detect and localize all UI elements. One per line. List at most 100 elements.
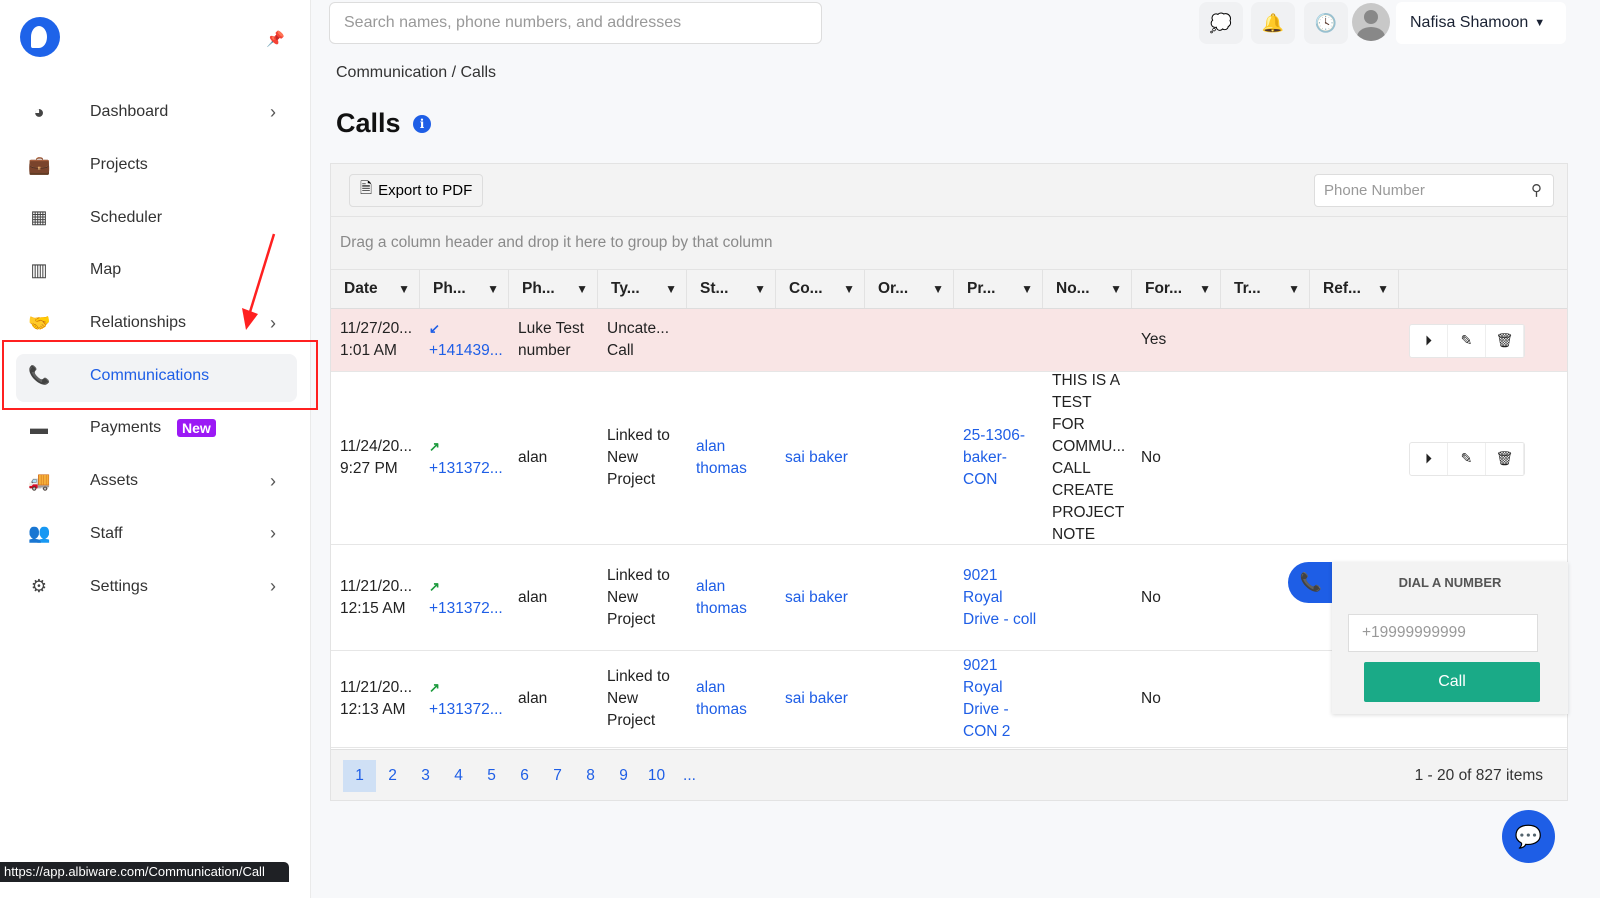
page-button[interactable]: 1 [343,759,376,792]
cell-org [865,651,954,747]
cell-project[interactable] [954,309,1043,371]
column-header[interactable]: Date ▼ [331,270,420,308]
filter-icon[interactable]: ▼ [754,282,766,296]
filter-icon[interactable]: ▼ [1110,282,1122,296]
cell-staff[interactable]: alan thomas [687,545,776,650]
page-button[interactable]: 2 [376,760,409,792]
column-header[interactable]: Ref... ▼ [1310,270,1399,308]
filter-icon[interactable]: ▼ [1377,282,1389,296]
cell-forwarded: No [1141,690,1161,707]
user-menu[interactable]: Nafisa Shamoon ▼ [1396,2,1566,44]
cell-contact[interactable]: sai baker [776,372,865,544]
column-header[interactable]: Or... ▼ [865,270,954,308]
page-button[interactable]: 5 [475,760,508,792]
clock-icon[interactable]: 🕓 [1304,2,1348,44]
arrow-up-right-icon: ↗ [429,439,440,454]
column-title: For... [1145,280,1183,297]
call-button[interactable]: Call [1364,662,1540,702]
bell-icon[interactable]: 🔔 [1251,2,1295,44]
cell-contact[interactable] [776,309,865,371]
avatar[interactable] [1352,3,1390,41]
cell-contact[interactable]: sai baker [776,651,865,747]
trash-icon[interactable]: 🗑 [1486,324,1524,357]
cell-date: 11/21/20... 12:13 AM [340,679,413,718]
filter-icon[interactable]: ▼ [843,282,855,296]
cell-project[interactable]: 9021 Royal Drive - coll [954,545,1043,650]
table-row[interactable]: 11/24/20... 9:27 PM ↗ +131372... alan Linke… [331,372,1567,545]
cell-project[interactable]: 25-1306-baker-CON [954,372,1043,544]
page-button[interactable]: 10 [640,760,673,792]
column-header[interactable]: Co... ▼ [776,270,865,308]
filter-icon[interactable]: ▼ [1288,282,1300,296]
search-icon[interactable]: ⚲ [1531,181,1542,199]
trash-icon[interactable]: 🗑 [1486,442,1524,475]
filter-icon[interactable]: ▼ [487,282,499,296]
column-header[interactable]: Ty... ▼ [598,270,687,308]
phone-number-search[interactable] [1314,174,1554,207]
page-button[interactable]: 4 [442,760,475,792]
truck-icon: 🚚 [28,470,51,491]
chevron-right-icon[interactable]: › [270,523,276,544]
filter-icon[interactable]: ▼ [665,282,677,296]
cell-project[interactable]: 9021 Royal Drive - CON 2 [954,651,1043,747]
table-row[interactable]: 11/27/20... 1:01 AM ↙ +141439... Luke Test… [331,309,1567,372]
info-icon[interactable]: i [413,115,431,133]
cell-notes [1043,651,1132,747]
sidebar-item-payments[interactable]: ▬ Payments New [0,402,311,455]
export-pdf-button[interactable]: 🗎 Export to PDF [349,174,484,207]
sidebar-item-projects[interactable]: 💼 Projects [0,139,311,192]
column-header[interactable]: Ph... ▼ [420,270,509,308]
sidebar-item-settings[interactable]: ⚙ Settings › [0,560,311,613]
column-header[interactable]: Pr... ▼ [954,270,1043,308]
cell-phone[interactable]: ↗ +131372... [420,372,509,544]
cell-phone[interactable]: ↗ +131372... [420,545,509,650]
column-header[interactable]: Ph... ▼ [509,270,598,308]
page-button[interactable]: 8 [574,760,607,792]
filter-icon[interactable]: ▼ [932,282,944,296]
dial-phone-button[interactable]: 📞 [1288,562,1334,603]
column-header[interactable]: No... ▼ [1043,270,1132,308]
gear-icon: ⚙ [30,576,48,597]
filter-icon[interactable]: ▼ [1021,282,1033,296]
column-header[interactable]: For... ▼ [1132,270,1221,308]
column-title: Ph... [433,280,466,297]
sidebar-item-assets[interactable]: 🚚 Assets › [0,455,311,508]
play-icon[interactable]: ⏵ [1410,442,1448,475]
calendar-icon: ▦ [30,207,48,228]
page-button[interactable]: 9 [607,760,640,792]
app-logo[interactable] [20,17,60,57]
sidebar-item-staff[interactable]: 👥 Staff › [0,508,311,561]
filter-icon[interactable]: ▼ [1199,282,1211,296]
pin-icon[interactable]: 📌 [266,30,285,48]
play-icon[interactable]: ⏵ [1410,324,1448,357]
global-search-input[interactable] [329,2,822,44]
cell-phone[interactable]: ↗ +131372... [420,651,509,747]
sidebar-item-dashboard[interactable]: ◕ Dashboard › [0,86,311,139]
chevron-right-icon[interactable]: › [270,102,276,123]
edit-icon[interactable]: ✎ [1448,324,1486,357]
chevron-right-icon[interactable]: › [270,471,276,492]
cell-staff[interactable]: alan thomas [687,372,776,544]
edit-icon[interactable]: ✎ [1448,442,1486,475]
column-header[interactable]: Tr... ▼ [1221,270,1310,308]
arrow-up-right-icon: ↗ [429,680,440,695]
cell-contact[interactable]: sai baker [776,545,865,650]
dial-number-input[interactable] [1348,614,1538,652]
cell-phone_name: alan [518,449,548,466]
page-button[interactable]: 7 [541,760,574,792]
cell-date: 11/24/20... 9:27 PM [340,438,413,477]
page-button[interactable]: 6 [508,760,541,792]
cell-staff[interactable]: alan thomas [687,651,776,747]
cell-notes [1043,309,1132,371]
cell-staff[interactable] [687,309,776,371]
chevron-right-icon[interactable]: › [270,576,276,597]
page-button[interactable]: ... [673,760,706,792]
group-drop-area[interactable]: Drag a column header and drop it here to… [331,217,1567,270]
chat-bubble-icon[interactable]: 💭 [1199,2,1243,44]
chat-support-button[interactable]: 💬 [1502,810,1555,863]
cell-phone[interactable]: ↙ +141439... [420,309,509,371]
filter-icon[interactable]: ▼ [576,282,588,296]
filter-icon[interactable]: ▼ [398,282,410,296]
column-header[interactable]: St... ▼ [687,270,776,308]
page-button[interactable]: 3 [409,760,442,792]
